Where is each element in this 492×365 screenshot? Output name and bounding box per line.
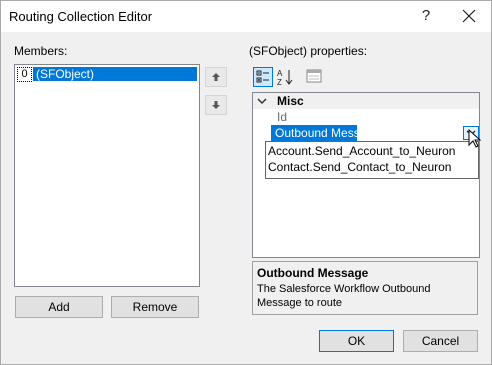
property-pages-icon <box>306 69 322 83</box>
svg-text:A: A <box>277 69 283 78</box>
close-icon <box>462 9 476 23</box>
categorized-button[interactable] <box>253 67 273 87</box>
members-label: Members: <box>14 44 68 58</box>
add-button[interactable]: Add <box>15 296 103 318</box>
close-button[interactable] <box>456 5 482 27</box>
title-bar: Routing Collection Editor ? <box>1 1 491 32</box>
members-list[interactable]: 0 (SFObject) <box>14 64 200 287</box>
arrow-up-icon <box>212 73 220 81</box>
category-label: Misc <box>277 94 304 108</box>
properties-label: (SFObject) properties: <box>249 44 368 58</box>
property-pages-button[interactable] <box>305 67 325 87</box>
svg-text:Z: Z <box>277 78 282 87</box>
cancel-button[interactable]: Cancel <box>403 330 478 352</box>
property-name: Outbound Messa <box>271 125 357 141</box>
outbound-message-dropdown[interactable]: Account.Send_Account_to_Neuron Contact.S… <box>265 141 479 179</box>
move-up-button[interactable] <box>205 67 227 87</box>
remove-button[interactable]: Remove <box>111 296 199 318</box>
categorized-icon <box>256 70 269 83</box>
description-text: The Salesforce Workflow Outbound Message… <box>257 283 431 309</box>
move-down-button[interactable] <box>205 95 227 115</box>
routing-collection-editor-window: Routing Collection Editor ? Members: 0 (… <box>0 0 492 365</box>
description-title: Outbound Message <box>257 266 369 280</box>
property-row-outbound-message[interactable]: Outbound Messa <box>253 125 479 141</box>
member-index: 0 <box>17 67 32 82</box>
ok-button[interactable]: OK <box>319 330 394 352</box>
list-item[interactable]: 0 (SFObject) <box>17 67 197 82</box>
alphabetical-icon: A Z <box>277 69 293 87</box>
description-panel: Outbound Message The Salesforce Workflow… <box>252 261 478 315</box>
help-button[interactable]: ? <box>413 5 439 27</box>
dropdown-option[interactable]: Contact.Send_Contact_to_Neuron <box>268 159 451 175</box>
property-name: Id <box>277 110 288 124</box>
chevron-down-icon <box>257 98 267 105</box>
cursor-icon <box>468 129 482 148</box>
alphabetical-button[interactable]: A Z <box>275 67 295 87</box>
member-label: (SFObject) <box>33 67 197 81</box>
window-title: Routing Collection Editor <box>9 9 153 24</box>
category-row[interactable]: Misc <box>253 93 479 109</box>
dropdown-option[interactable]: Account.Send_Account_to_Neuron <box>268 143 455 159</box>
property-row-id[interactable]: Id <box>253 109 477 125</box>
arrow-down-icon <box>212 101 220 109</box>
